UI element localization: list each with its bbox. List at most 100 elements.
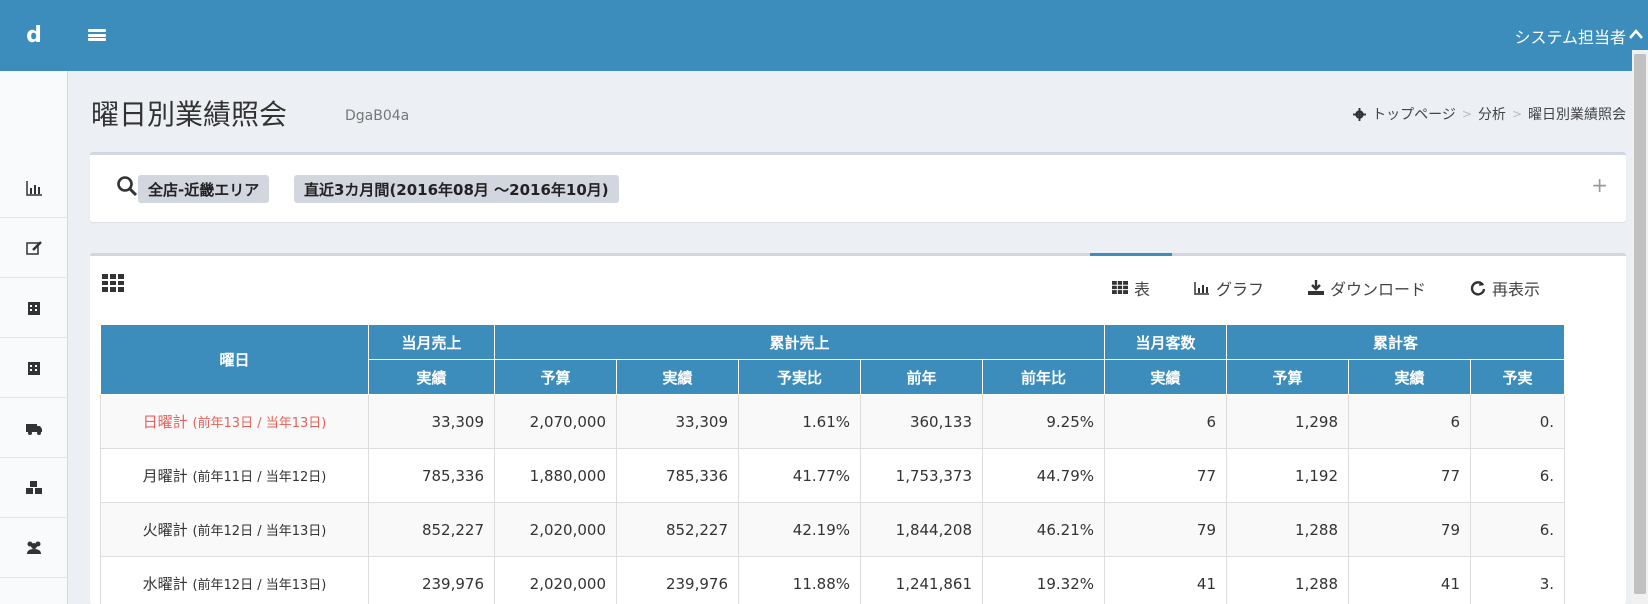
table-cell: 41.77% [738,448,861,503]
table-cell: 1,288 [1226,502,1349,557]
breadcrumb-separator: > [1511,107,1522,121]
table-cell: 2,020,000 [494,502,617,557]
chevron-up-icon[interactable] [1624,22,1648,46]
table-cell: 1.61% [738,394,861,449]
top-navbar: d システム担当者 [0,0,1648,71]
header-monthly-sales: 当月売上 [368,324,495,360]
table-cell: 2,070,000 [494,394,617,449]
download-icon [1308,280,1325,295]
subheader: 前年比 [982,359,1105,395]
table-cell: 77 [1348,448,1471,503]
tab-table-label: 表 [1134,279,1151,299]
table-row: 水曜計 (前年12日 / 当年13日) 239,976 2,020,000 239,9… [100,556,1565,604]
table-cell: 1,880,000 [494,448,617,503]
header-day: 曜日 [100,324,369,395]
header-monthly-customers: 当月客数 [1104,324,1227,360]
breadcrumb: トップページ > 分析 > 曜日別業績照会 [1353,104,1626,124]
subheader: 前年 [860,359,983,395]
truck-icon [26,423,42,435]
filter-tag-period[interactable]: 直近3カ月間(2016年08月 ～2016年10月) [294,175,619,203]
table-cell: 44.79% [982,448,1105,503]
table-cell: 1,192 [1226,448,1349,503]
table-cell: 852,227 [368,502,495,557]
day-detail: (前年12日 / 当年13日) [192,578,327,593]
table-cell: 77 [1104,448,1227,503]
table-row: 日曜計 (前年13日 / 当年13日) 33,309 2,070,000 33,309… [100,394,1565,449]
tab-table[interactable]: 表 [1090,253,1173,319]
table-cell: 42.19% [738,502,861,557]
subheader: 予実 [1470,359,1565,395]
day-cell: 火曜計 (前年12日 / 当年13日) [100,502,369,557]
table-cell: 41 [1348,556,1471,604]
bar-chart-icon [1194,281,1210,295]
table-cell: 1,753,373 [860,448,983,503]
table-cell: 6 [1348,394,1471,449]
table-cell: 785,336 [616,448,739,503]
header-cumulative-customers: 累計客 [1226,324,1565,360]
table-cell: 79 [1348,502,1471,557]
breadcrumb-analysis[interactable]: 分析 [1478,104,1506,124]
table-cell: 785,336 [368,448,495,503]
gear-icon [1353,107,1367,121]
header-cumulative-sales: 累計売上 [494,324,1105,360]
breadcrumb-current: 曜日別業績照会 [1528,107,1626,123]
sidebar-item-store[interactable] [0,278,68,338]
subheader: 実績 [1104,359,1227,395]
table-cell: 19.32% [982,556,1105,604]
tab-graph[interactable]: グラフ [1172,256,1286,319]
table-cell: 239,976 [616,556,739,604]
subheader: 予算 [1226,359,1349,395]
sidebar-item-products[interactable] [0,458,68,518]
table-cell: 11.88% [738,556,861,604]
table-cell: 0. [1470,394,1565,449]
day-detail: (前年13日 / 当年13日) [192,416,327,431]
app-logo[interactable]: d [0,0,68,71]
table-icon [1112,281,1128,294]
view-tabs: 表 グラフ ダウンロード 再表示 [1090,253,1562,319]
day-detail: (前年12日 / 当年13日) [192,524,327,539]
tab-download[interactable]: ダウンロード [1286,256,1448,319]
table-cell: 46.21% [982,502,1105,557]
table-cell: 1,844,208 [860,502,983,557]
table-cell: 9.25% [982,394,1105,449]
subheader: 実績 [368,359,495,395]
table-cell: 239,976 [368,556,495,604]
day-label: 日曜計 [142,413,188,431]
cubes-icon [26,480,42,494]
sidebar-item-users[interactable] [0,518,68,578]
table-row: 火曜計 (前年12日 / 当年13日) 852,227 2,020,000 852,2… [100,502,1565,557]
scrollbar-thumb[interactable] [1634,54,1646,594]
tab-refresh[interactable]: 再表示 [1448,256,1562,319]
building-icon [28,361,40,375]
tab-graph-label: グラフ [1216,279,1265,299]
sidebar-item-edit[interactable] [0,218,68,278]
search-conditions-box: 全店-近畿エリア 直近3カ月間(2016年08月 ～2016年10月) + [90,152,1626,222]
day-cell: 水曜計 (前年12日 / 当年13日) [100,556,369,604]
menu-toggle-icon[interactable] [88,25,106,45]
user-menu[interactable]: システム担当者 [1514,0,1626,71]
table-cell: 360,133 [860,394,983,449]
table-cell: 1,298 [1226,394,1349,449]
table-cell: 3. [1470,556,1565,604]
table-cell: 79 [1104,502,1227,557]
search-icon[interactable] [116,175,138,197]
page-scrollbar[interactable] [1632,50,1648,604]
day-label: 水曜計 [142,575,188,593]
table-cell: 1,241,861 [860,556,983,604]
table-cell: 2,020,000 [494,556,617,604]
sidebar-item-store-2[interactable] [0,338,68,398]
refresh-icon [1470,280,1486,295]
table-cell: 6. [1470,448,1565,503]
day-label: 月曜計 [142,467,188,485]
user-name[interactable]: システム担当者 [1514,24,1626,48]
expand-plus-icon[interactable]: + [1591,173,1608,197]
bar-chart-icon [26,180,42,196]
filter-tag-area[interactable]: 全店-近畿エリア [138,175,270,203]
table-cell: 6 [1104,394,1227,449]
subheader: 実績 [616,359,739,395]
grid-icon [102,274,124,292]
sidebar-item-delivery[interactable] [0,398,68,458]
breadcrumb-home[interactable]: トップページ [1372,104,1456,124]
day-label: 火曜計 [142,521,188,539]
sidebar-item-analysis[interactable] [0,158,68,218]
